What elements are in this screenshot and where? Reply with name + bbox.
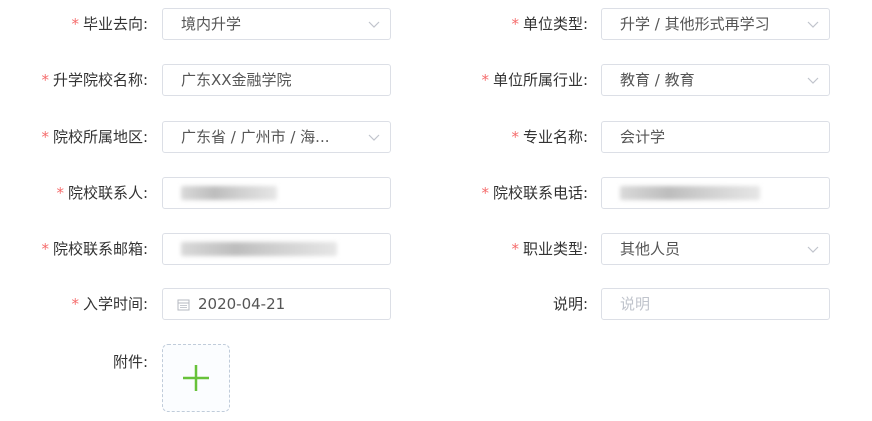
school-region-value: 广东省 / 广州市 / 海... (181, 128, 330, 146)
description-label: 说明: (552, 295, 588, 313)
enrollment-date-picker[interactable]: 2020-04-21 (162, 288, 391, 320)
redacted-value (181, 242, 337, 256)
school-email-label: * 院校联系邮箱: (41, 240, 148, 258)
school-name-label: * 升学院校名称: (41, 71, 148, 89)
chevron-down-icon (807, 65, 819, 95)
chevron-down-icon (807, 9, 819, 39)
unit-industry-select[interactable]: 教育 / 教育 (601, 64, 830, 96)
description-placeholder: 说明 (620, 295, 651, 313)
plus-icon (183, 365, 209, 391)
school-phone-input[interactable] (601, 177, 830, 209)
form-row-school-contact: * 院校联系人: * 院校联系电话: (0, 175, 872, 211)
chevron-down-icon (368, 9, 380, 39)
school-contact-label: * 院校联系人: (56, 184, 148, 202)
form-row-school-region: * 院校所属地区: 广东省 / 广州市 / 海... * 专业名称: 会计学 (0, 119, 872, 155)
attachment-label: 附件: (112, 353, 148, 371)
attachment-upload-button[interactable] (162, 344, 230, 412)
chevron-down-icon (368, 122, 380, 152)
description-input[interactable]: 说明 (601, 288, 830, 320)
occupation-type-select[interactable]: 其他人员 (601, 233, 830, 265)
school-email-input[interactable] (162, 233, 391, 265)
unit-type-value: 升学 / 其他形式再学习 (620, 15, 770, 33)
form-row-enrollment-date: * 入学时间: 2020-04-21 说明: 说明 (0, 286, 872, 322)
occupation-type-value: 其他人员 (620, 240, 681, 258)
chevron-down-icon (807, 234, 819, 264)
unit-industry-value: 教育 / 教育 (620, 71, 695, 89)
unit-type-label: * 单位类型: (511, 15, 588, 33)
school-region-select[interactable]: 广东省 / 广州市 / 海... (162, 121, 391, 153)
redacted-value (620, 186, 760, 200)
unit-industry-label: * 单位所属行业: (481, 71, 588, 89)
graduation-destination-label: * 毕业去向: (71, 15, 148, 33)
graduation-destination-select[interactable]: 境内升学 (162, 8, 391, 40)
graduation-destination-value: 境内升学 (181, 15, 242, 33)
school-contact-input[interactable] (162, 177, 391, 209)
school-phone-label: * 院校联系电话: (481, 184, 588, 202)
redacted-value (181, 186, 277, 200)
school-name-value: 广东XX金融学院 (181, 71, 292, 89)
unit-type-select[interactable]: 升学 / 其他形式再学习 (601, 8, 830, 40)
major-name-label: * 专业名称: (511, 128, 588, 146)
school-name-input[interactable]: 广东XX金融学院 (162, 64, 391, 96)
enrollment-date-value: 2020-04-21 (198, 295, 286, 313)
calendar-icon (177, 298, 190, 311)
form-row-school-name: * 升学院校名称: 广东XX金融学院 * 单位所属行业: 教育 / 教育 (0, 62, 872, 98)
occupation-type-label: * 职业类型: (511, 240, 588, 258)
major-name-input[interactable]: 会计学 (601, 121, 830, 153)
form-row-school-email: * 院校联系邮箱: * 职业类型: 其他人员 (0, 231, 872, 267)
form-row-graduation-destination: * 毕业去向: 境内升学 * 单位类型: 升学 / 其他形式再学习 (0, 6, 872, 42)
major-name-value: 会计学 (620, 128, 666, 146)
school-region-label: * 院校所属地区: (41, 128, 148, 146)
enrollment-date-label: * 入学时间: (71, 295, 148, 313)
